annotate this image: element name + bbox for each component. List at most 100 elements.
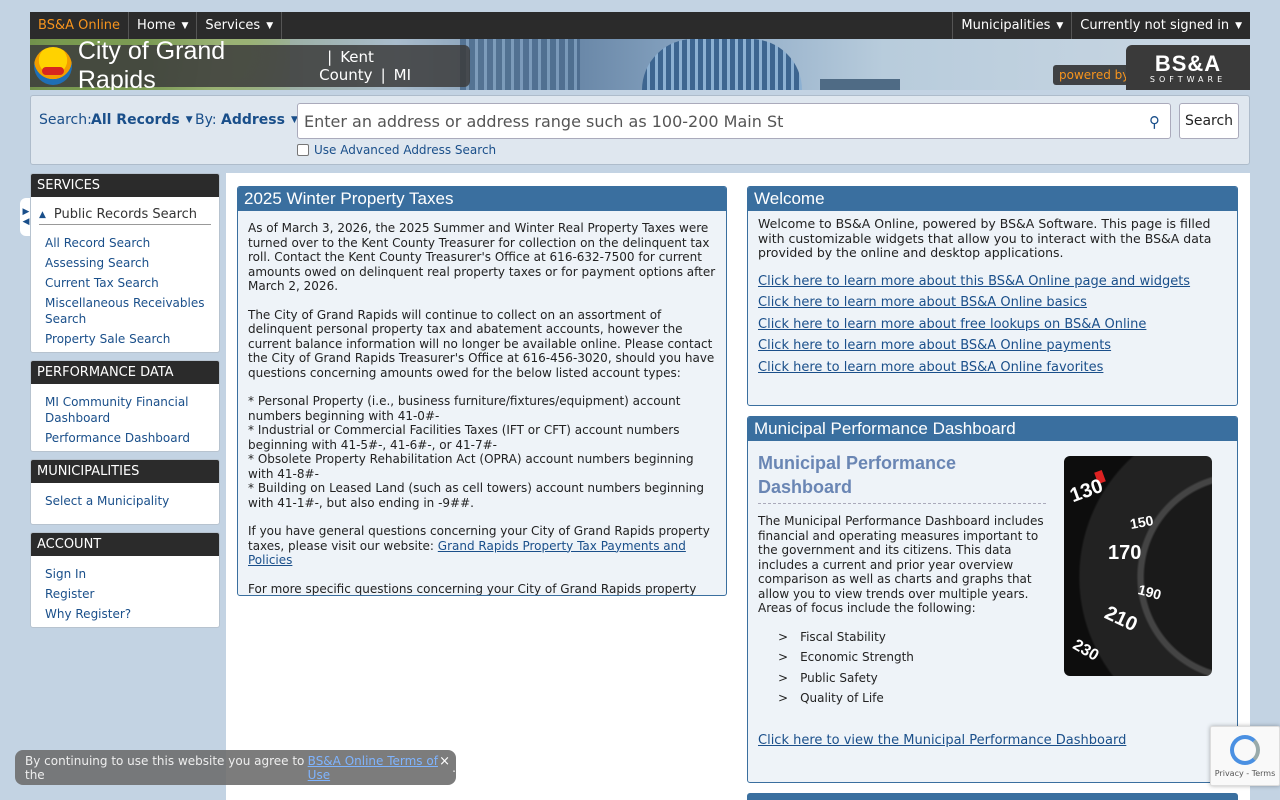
select-municipality-link[interactable]: Select a Municipality — [45, 493, 205, 509]
winter-taxes-title: 2025 Winter Property Taxes — [238, 187, 726, 211]
chevron-down-icon: ▼ — [1056, 20, 1064, 31]
public-records-toggle[interactable]: ▲ Public Records Search — [39, 207, 211, 225]
sign-in-link[interactable]: Sign In — [45, 566, 205, 582]
misc-receivables-search-link[interactable]: Miscellaneous Receivables Search — [45, 295, 205, 327]
municipalities-label: Municipalities — [961, 18, 1051, 33]
winter-bullet-1: * Personal Property (i.e., business furn… — [248, 394, 681, 423]
gauge-label: 210 — [1101, 602, 1141, 637]
bsa-logo-subtext: SOFTWARE — [1149, 75, 1227, 84]
gauge-label: 170 — [1108, 542, 1142, 564]
all-record-search-link[interactable]: All Record Search — [45, 235, 205, 251]
mpd-heading: Municipal Performance Dashboard — [758, 451, 1046, 504]
chevron-down-icon: ▼ — [181, 20, 189, 31]
recaptcha-icon — [1230, 734, 1260, 765]
mi-community-dashboard-link[interactable]: MI Community Financial Dashboard — [45, 394, 205, 426]
performance-box: PERFORMANCE DATA MI Community Financial … — [30, 360, 220, 452]
record-type-value: All Records — [91, 112, 180, 128]
triangle-right-icon: ▶ — [22, 207, 30, 217]
services-box: SERVICES ▲ Public Records Search All Reco… — [30, 173, 220, 353]
cookie-text: By continuing to use this website you ag… — [25, 753, 305, 782]
services-label: Services — [205, 18, 261, 33]
record-type-select[interactable]: All Records ▼ — [91, 112, 193, 128]
services-header: SERVICES — [31, 174, 219, 197]
triangle-left-icon: ◀ — [22, 217, 30, 227]
winter-paragraph-2: The City of Grand Rapids will continue t… — [248, 307, 715, 380]
by-label: By: — [195, 112, 217, 128]
mpd-panel-title: Municipal Performance Dashboard — [748, 417, 1237, 441]
current-tax-search-link[interactable]: Current Tax Search — [45, 275, 205, 291]
learn-widgets-link[interactable]: Click here to learn more about this BS&A… — [758, 274, 1227, 290]
winter-bullet-3: * Obsolete Property Rehabilitation Act (… — [248, 452, 694, 481]
performance-dashboard-link[interactable]: Performance Dashboard — [45, 430, 205, 446]
advanced-search-checkbox[interactable] — [297, 144, 309, 156]
bsa-logo[interactable]: BS&A SOFTWARE — [1126, 45, 1250, 90]
banner-image-building — [460, 39, 580, 90]
banner: City of Grand Rapids | Kent County | MI pow… — [30, 39, 1250, 90]
learn-favorites-link[interactable]: Click here to learn more about BS&A Onli… — [758, 360, 1227, 376]
chevron-down-icon: ▼ — [266, 20, 274, 31]
brand-link[interactable]: BS&A Online — [30, 12, 130, 39]
municipalities-menu[interactable]: Municipalities ▼ — [952, 12, 1071, 39]
property-sale-search-link[interactable]: Property Sale Search — [45, 331, 205, 347]
register-link[interactable]: Register — [45, 586, 205, 602]
account-menu[interactable]: Currently not signed in ▼ — [1071, 12, 1250, 39]
welcome-panel: Welcome Welcome to BS&A Online, powered … — [747, 186, 1238, 406]
search-button[interactable]: Search — [1179, 103, 1239, 139]
gauge-label: 130 — [1067, 474, 1106, 508]
home-label: Home — [137, 18, 176, 33]
search-input[interactable]: Enter an address or address range such a… — [297, 103, 1171, 139]
welcome-intro: Welcome to BS&A Online, powered by BS&A … — [758, 216, 1212, 260]
close-icon[interactable]: × — [439, 754, 450, 769]
city-name: City of Grand Rapids — [77, 39, 226, 90]
search-placeholder: Enter an address or address range such a… — [304, 111, 784, 131]
cookie-notice: By continuing to use this website you ag… — [15, 750, 456, 785]
learn-payments-link[interactable]: Click here to learn more about BS&A Onli… — [758, 338, 1227, 354]
public-records-label: Public Records Search — [53, 207, 198, 222]
mpd-panel: Municipal Performance Dashboard Municipa… — [747, 416, 1238, 783]
focus-quality-of-life: Quality of Life — [778, 691, 1227, 706]
banner-image-roof — [820, 79, 900, 90]
search-by-value: Address — [221, 112, 285, 128]
powered-by-label: powered by — [1053, 65, 1136, 85]
municipalities-box: MUNICIPALITIES Select a Municipality — [30, 459, 220, 525]
triangle-up-icon: ▲ — [39, 209, 46, 220]
welcome-title: Welcome — [748, 187, 1237, 211]
municipality-title: City of Grand Rapids | Kent County | MI — [30, 39, 470, 90]
account-header: ACCOUNT — [31, 533, 219, 556]
next-widget-header — [747, 793, 1238, 800]
winter-taxes-panel: 2025 Winter Property Taxes As of March 3… — [237, 186, 727, 596]
search-bar: Search: All Records ▼ By: Address ▼ Enter … — [30, 95, 1250, 165]
gauge-label: 230 — [1069, 636, 1102, 665]
why-register-link[interactable]: Why Register? — [45, 606, 205, 622]
learn-basics-link[interactable]: Click here to learn more about BS&A Onli… — [758, 295, 1227, 311]
winter-bullet-4: * Building on Leased Land (such as cell … — [248, 481, 705, 510]
view-mpd-link[interactable]: Click here to view the Municipal Perform… — [758, 733, 1227, 749]
recaptcha-links[interactable]: Privacy - Terms — [1215, 769, 1276, 778]
gauge-label: 190 — [1136, 581, 1164, 603]
winter-bullet-2: * Industrial or Commercial Facilities Ta… — [248, 423, 680, 452]
caret-down-icon: ▼ — [185, 115, 193, 125]
account-box: ACCOUNT Sign In Register Why Register? — [30, 532, 220, 628]
search-label: Search: — [39, 112, 92, 128]
assessing-search-link[interactable]: Assessing Search — [45, 255, 205, 271]
city-seal-icon — [34, 47, 72, 85]
terms-of-use-link[interactable]: BS&A Online Terms of Use — [308, 754, 453, 782]
learn-free-lookups-link[interactable]: Click here to learn more about free look… — [758, 317, 1227, 333]
main-content: 2025 Winter Property Taxes As of March 3… — [226, 173, 1250, 800]
home-menu[interactable]: Home ▼ — [129, 12, 198, 39]
advanced-search-label[interactable]: Use Advanced Address Search — [314, 143, 496, 157]
winter-paragraph-4: For more specific questions concerning y… — [248, 581, 697, 596]
winter-paragraph-1: As of March 3, 2026, the 2025 Summer and… — [248, 221, 716, 293]
banner-image-tower — [642, 39, 802, 90]
municipalities-header: MUNICIPALITIES — [31, 460, 219, 483]
search-icon[interactable]: ⚲ — [1149, 113, 1160, 131]
state-name: MI — [393, 66, 411, 84]
advanced-search-option[interactable]: Use Advanced Address Search — [297, 143, 496, 157]
top-nav: BS&A Online Home ▼ Services ▼ Municipaliti… — [30, 12, 1250, 39]
speedometer-image: 130 150 170 190 210 230 — [1064, 456, 1212, 676]
chevron-down-icon: ▼ — [1235, 20, 1242, 31]
recaptcha-badge[interactable]: Privacy - Terms — [1210, 726, 1280, 786]
search-by-select[interactable]: Address ▼ — [221, 112, 298, 128]
services-menu[interactable]: Services ▼ — [197, 12, 283, 39]
signin-status: Currently not signed in — [1080, 18, 1230, 33]
